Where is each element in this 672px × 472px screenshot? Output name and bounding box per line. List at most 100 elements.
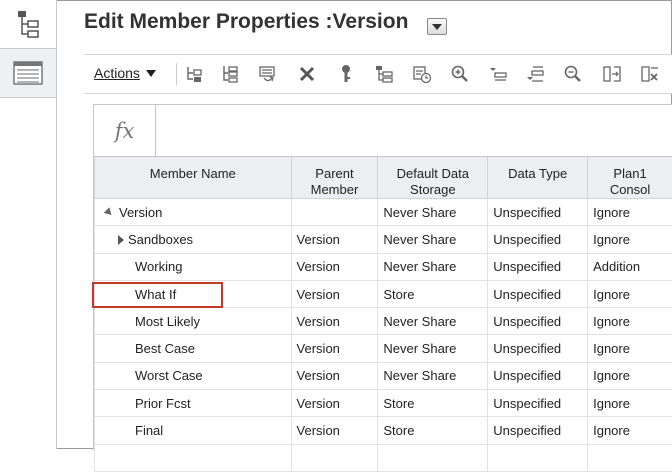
data-storage-cell[interactable]: Never Share — [378, 199, 488, 226]
edit-member-icon — [258, 64, 278, 84]
data-type-cell[interactable]: Unspecified — [488, 362, 588, 389]
table-row[interactable]: Worst CaseVersionNever ShareUnspecifiedI… — [95, 362, 672, 389]
move-down-button[interactable] — [524, 63, 546, 85]
table-row[interactable]: Working VersionNever ShareUnspecifiedAddi… — [95, 253, 672, 280]
formula-bar: fx — [94, 105, 672, 157]
member-name-cell[interactable]: Sandboxes — [95, 226, 292, 253]
parent-member-cell[interactable]: Version — [291, 226, 378, 253]
column-header-plan1-consol[interactable]: Plan1 Consol — [588, 157, 672, 199]
member-name-label: Working — [135, 259, 182, 274]
add-sibling-icon — [185, 64, 205, 84]
data-storage-cell[interactable]: Never Share — [378, 308, 488, 335]
member-name-label: Version — [119, 205, 162, 220]
clear-filter-button[interactable] — [639, 63, 661, 85]
plan1-consol-cell[interactable] — [588, 444, 672, 471]
title-menu-button[interactable] — [427, 18, 447, 35]
expand-column-icon — [602, 64, 622, 84]
member-name-label: Best Case — [135, 341, 195, 356]
plan1-consol-cell[interactable]: Ignore — [588, 280, 672, 307]
plan1-consol-cell[interactable]: Ignore — [588, 199, 672, 226]
parent-member-cell[interactable]: Version — [291, 362, 378, 389]
member-name-cell[interactable]: Most Likely — [95, 308, 292, 335]
page-title: Edit Member Properties :Version — [84, 10, 408, 34]
parent-member-cell[interactable] — [291, 444, 378, 471]
data-type-cell[interactable]: Unspecified — [488, 199, 588, 226]
data-storage-cell[interactable] — [378, 444, 488, 471]
plan1-consol-cell[interactable]: Ignore — [588, 390, 672, 417]
data-type-cell[interactable]: Unspecified — [488, 417, 588, 444]
table-row[interactable]: SandboxesVersionNever ShareUnspecifiedIg… — [95, 226, 672, 253]
parent-member-cell[interactable]: Version — [291, 335, 378, 362]
data-storage-cell[interactable]: Store — [378, 417, 488, 444]
hierarchy-icon — [15, 9, 41, 39]
formula-button[interactable]: fx — [94, 105, 156, 156]
data-storage-cell[interactable]: Never Share — [378, 362, 488, 389]
parent-member-cell[interactable]: Version — [291, 390, 378, 417]
plan1-consol-cell[interactable]: Ignore — [588, 362, 672, 389]
table-row[interactable]: Version Never ShareUnspecifiedIgnore — [95, 199, 672, 226]
history-button[interactable] — [411, 63, 433, 85]
data-type-cell[interactable]: Unspecified — [488, 308, 588, 335]
member-name-cell[interactable]: Prior Fcst — [95, 390, 292, 417]
data-storage-cell[interactable]: Store — [378, 280, 488, 307]
expand-column-button[interactable] — [601, 63, 623, 85]
column-header-data-type[interactable]: Data Type — [488, 157, 588, 199]
parent-member-cell[interactable]: Version — [291, 308, 378, 335]
edit-member-button[interactable] — [257, 63, 279, 85]
actions-label: Actions — [94, 65, 140, 81]
collapsed-triangle-icon[interactable] — [118, 235, 124, 245]
clear-filter-icon — [640, 64, 660, 84]
data-type-cell[interactable]: Unspecified — [488, 390, 588, 417]
zoom-in-button[interactable] — [449, 63, 471, 85]
member-name-cell[interactable]: Version — [95, 199, 292, 226]
add-child-button[interactable] — [219, 63, 241, 85]
column-header-parent-member[interactable]: Parent Member — [291, 157, 378, 199]
table-row[interactable]: Most LikelyVersionNever ShareUnspecified… — [95, 308, 672, 335]
plan1-consol-cell[interactable]: Ignore — [588, 417, 672, 444]
parent-member-cell[interactable]: Version — [291, 417, 378, 444]
member-name-cell[interactable]: Working — [95, 253, 292, 280]
toolbar: Actions — [84, 54, 672, 94]
data-type-cell[interactable]: Unspecified — [488, 335, 588, 362]
table-row[interactable]: Prior Fcst VersionStoreUnspecifiedIgnore — [95, 390, 672, 417]
member-name-label: Final — [135, 423, 163, 438]
parent-member-cell[interactable]: Version — [291, 253, 378, 280]
add-sibling-button[interactable] — [184, 63, 206, 85]
parent-member-cell[interactable] — [291, 199, 378, 226]
data-type-cell[interactable]: Unspecified — [488, 280, 588, 307]
data-type-cell[interactable]: Unspecified — [488, 253, 588, 280]
list-icon — [13, 61, 43, 85]
member-name-cell[interactable]: Worst Case — [95, 362, 292, 389]
actions-menu[interactable]: Actions — [94, 65, 156, 81]
data-storage-cell[interactable]: Never Share — [378, 335, 488, 362]
member-name-cell[interactable] — [95, 444, 292, 471]
parent-member-cell[interactable]: Version — [291, 280, 378, 307]
hierarchy-view-button[interactable] — [0, 2, 56, 46]
expanded-triangle-icon[interactable] — [104, 207, 115, 218]
data-storage-cell[interactable]: Store — [378, 390, 488, 417]
history-icon — [412, 64, 432, 84]
list-view-button[interactable] — [0, 48, 56, 98]
table-row[interactable]: Final VersionStoreUnspecifiedIgnore — [95, 417, 672, 444]
member-name-cell[interactable]: Final — [95, 417, 292, 444]
plan1-consol-cell[interactable]: Ignore — [588, 335, 672, 362]
plan1-consol-cell[interactable]: Ignore — [588, 226, 672, 253]
move-up-button[interactable] — [487, 63, 509, 85]
table-row[interactable]: Best Case VersionNever ShareUnspecifiedIg… — [95, 335, 672, 362]
member-name-label: Prior Fcst — [135, 396, 191, 411]
key-button[interactable] — [335, 63, 357, 85]
members-table: Member Name Parent Member Default Data S… — [94, 157, 672, 472]
member-name-cell[interactable]: Best Case — [95, 335, 292, 362]
table-row[interactable] — [95, 444, 672, 471]
zoom-out-button[interactable] — [562, 63, 584, 85]
data-type-cell[interactable] — [488, 444, 588, 471]
delete-button[interactable] — [296, 63, 318, 85]
column-header-member-name[interactable]: Member Name — [95, 157, 292, 199]
column-header-default-data-storage[interactable]: Default Data Storage — [378, 157, 488, 199]
plan1-consol-cell[interactable]: Addition — [588, 253, 672, 280]
data-type-cell[interactable]: Unspecified — [488, 226, 588, 253]
plan1-consol-cell[interactable]: Ignore — [588, 308, 672, 335]
tree-view-button[interactable] — [373, 63, 395, 85]
data-storage-cell[interactable]: Never Share — [378, 226, 488, 253]
data-storage-cell[interactable]: Never Share — [378, 253, 488, 280]
